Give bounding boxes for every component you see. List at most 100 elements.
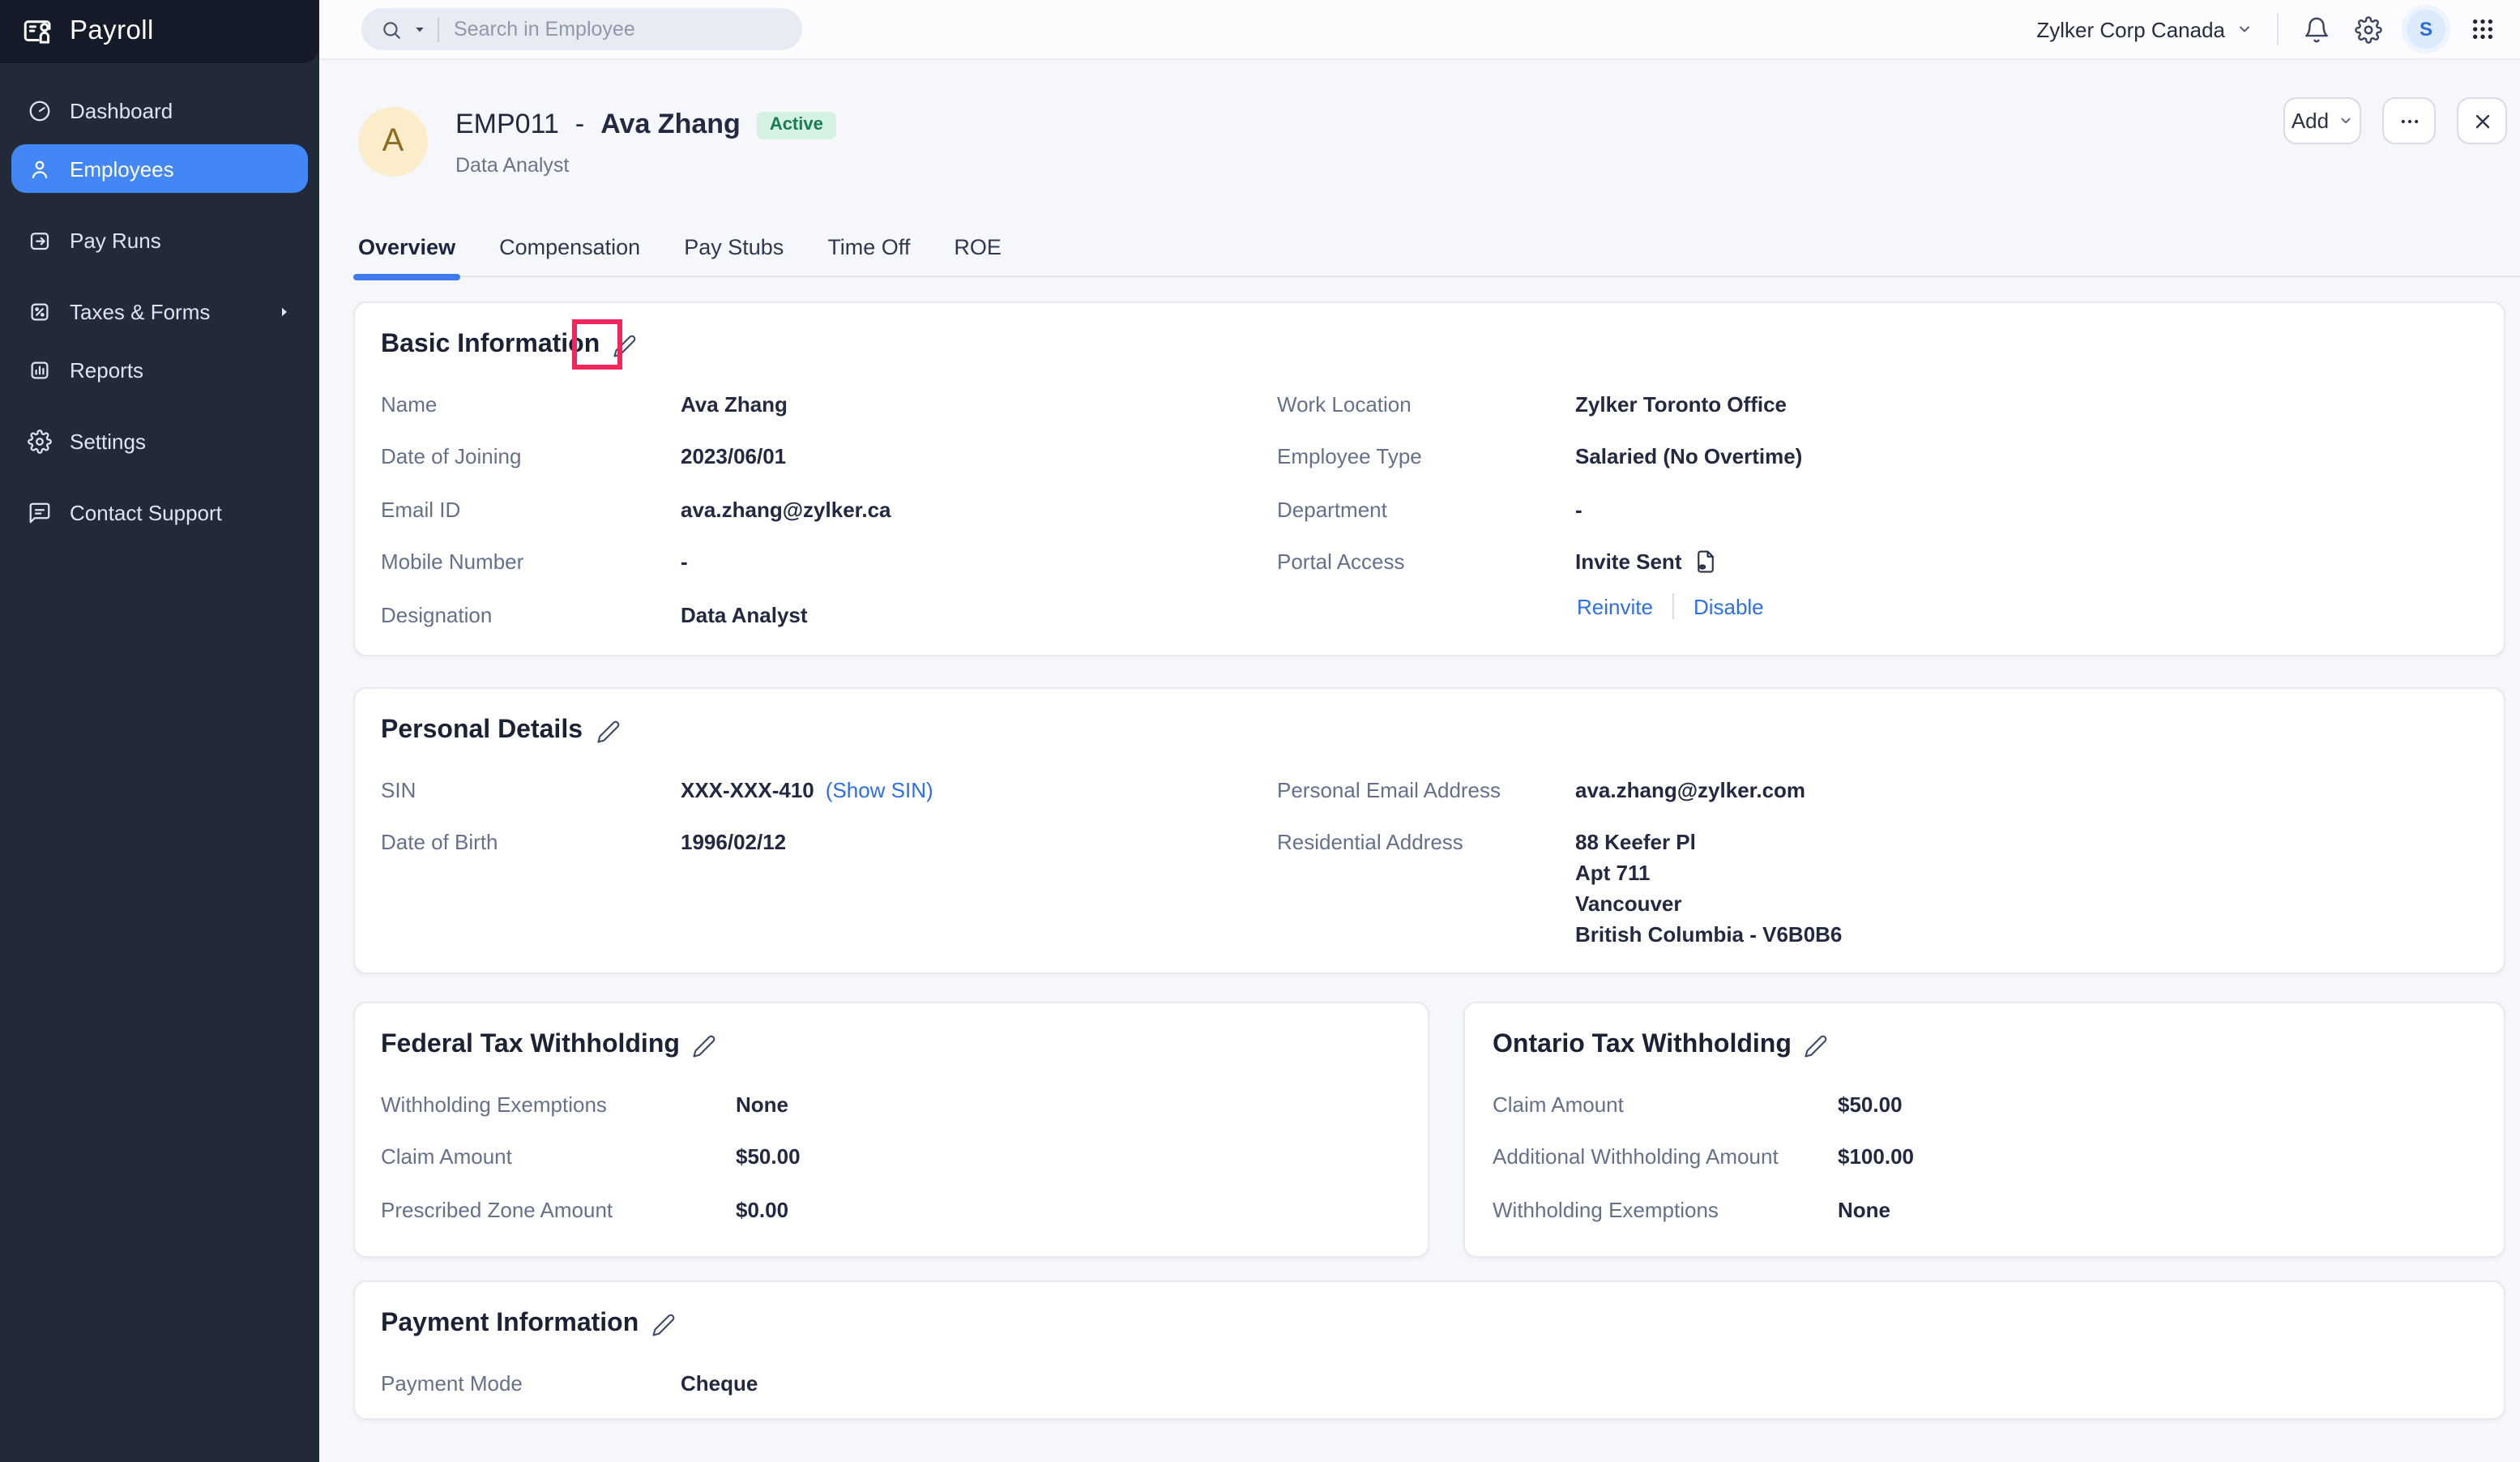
field-row: Withholding ExemptionsNone — [1493, 1183, 2478, 1236]
sidebar-item-label: Contact Support — [70, 500, 222, 524]
content-area: A EMP011 - Ava Zhang Active Data Analyst… — [319, 60, 2520, 1462]
close-button[interactable] — [2457, 97, 2507, 144]
apps-grid-icon[interactable] — [2470, 16, 2496, 42]
app-logo-header: Payroll — [0, 0, 319, 63]
portal-access-actions: Reinvite Disable — [1577, 588, 2478, 624]
reports-icon — [28, 357, 52, 382]
employee-title: EMP011 - Ava Zhang Active — [455, 109, 836, 141]
field-label: Email ID — [381, 494, 681, 525]
field-label: Portal Access — [1277, 547, 1575, 578]
field-value: - — [681, 547, 688, 578]
field-row: Prescribed Zone Amount$0.00 — [381, 1183, 1402, 1236]
search-icon — [381, 19, 402, 40]
basic-information-card: Basic Information NameAva Zhang Date of … — [353, 301, 2505, 656]
status-badge: Active — [757, 111, 836, 139]
tab-compensation[interactable]: Compensation — [499, 218, 640, 276]
portal-access-row: Portal Access Invite Sent — [1277, 536, 2478, 588]
sidebar-item-contact-support[interactable]: Contact Support — [11, 488, 308, 536]
field-label: Prescribed Zone Amount — [381, 1195, 736, 1225]
sidebar-item-reports[interactable]: Reports — [11, 345, 308, 394]
sin-row: SIN XXX-XXX-410 (Show SIN) — [381, 763, 1264, 816]
section-title-text: Ontario Tax Withholding — [1493, 1031, 1792, 1060]
payroll-logo-icon — [21, 15, 55, 49]
settings-gear-icon[interactable] — [2355, 15, 2382, 43]
field-value: Zylker Toronto Office — [1575, 389, 1787, 420]
org-name: Zylker Corp Canada — [2036, 17, 2225, 41]
search-scope-caret[interactable] — [413, 23, 426, 36]
field-row: Email IDava.zhang@zylker.ca — [381, 483, 1264, 536]
field-label: Name — [381, 389, 681, 420]
tab-roe[interactable]: ROE — [954, 218, 1002, 276]
link-divider — [1672, 593, 1674, 619]
sidebar-item-label: Dashboard — [70, 98, 173, 122]
sidebar-item-taxes-forms[interactable]: Taxes & Forms — [11, 287, 308, 336]
topbar-divider — [2277, 13, 2279, 45]
field-label: Payment Mode — [381, 1368, 681, 1399]
sidebar-item-label: Settings — [70, 429, 146, 453]
field-row: Additional Withholding Amount$100.00 — [1493, 1131, 2478, 1183]
sidebar: Payroll Dashboard Employees Pay Runs — [0, 0, 319, 1462]
edit-pencil-icon[interactable] — [1805, 1033, 1829, 1058]
chevron-down-icon — [2236, 21, 2253, 37]
sidebar-item-dashboard[interactable]: Dashboard — [11, 86, 308, 135]
employee-id: EMP011 — [455, 109, 559, 141]
section-title-text: Payment Information — [381, 1310, 639, 1339]
field-label: Claim Amount — [1493, 1089, 1838, 1120]
field-label: Date of Birth — [381, 827, 681, 858]
contact-support-icon — [28, 500, 52, 524]
field-value: $50.00 — [736, 1142, 801, 1173]
reinvite-link[interactable]: Reinvite — [1577, 594, 1653, 618]
sidebar-item-settings[interactable]: Settings — [11, 417, 308, 465]
disable-link[interactable]: Disable — [1694, 594, 1764, 618]
sidebar-item-label: Reports — [70, 357, 143, 382]
field-value: 2023/06/01 — [681, 442, 786, 472]
address-row: Residential Address 88 Keefer Pl Apt 711… — [1277, 816, 2478, 951]
field-value: ava.zhang@zylker.com — [1575, 775, 1805, 806]
field-label: Employee Type — [1277, 442, 1575, 472]
tab-time-off[interactable]: Time Off — [827, 218, 910, 276]
field-row: DesignationData Analyst — [381, 588, 1264, 641]
add-button-label: Add — [2291, 109, 2329, 133]
edit-pencil-icon[interactable] — [651, 1312, 676, 1336]
dashboard-icon — [28, 98, 52, 122]
field-row: Claim Amount$50.00 — [381, 1131, 1402, 1183]
more-actions-button[interactable] — [2382, 97, 2436, 144]
section-title: Federal Tax Withholding — [381, 1031, 717, 1060]
search-divider — [438, 17, 439, 41]
section-title-text: Basic Information — [381, 331, 600, 360]
field-value: $100.00 — [1838, 1142, 1914, 1173]
field-label: Mobile Number — [381, 547, 681, 578]
app-window: Payroll Dashboard Employees Pay Runs — [0, 0, 2520, 1462]
sidebar-item-label: Employees — [70, 156, 174, 181]
gear-icon — [28, 429, 52, 453]
edit-pencil-icon[interactable] — [693, 1033, 717, 1058]
address-value: 88 Keefer Pl Apt 711 Vancouver British C… — [1575, 827, 1842, 951]
user-avatar[interactable]: S — [2407, 10, 2445, 49]
field-value: - — [1575, 494, 1582, 525]
sidebar-item-employees[interactable]: Employees — [11, 144, 308, 193]
search-input[interactable] — [451, 16, 742, 42]
field-label: Residential Address — [1277, 827, 1575, 858]
invite-preview-icon[interactable] — [1694, 550, 1718, 575]
show-sin-link[interactable]: (Show SIN) — [826, 775, 933, 806]
edit-pencil-icon[interactable] — [596, 719, 620, 743]
field-label: Work Location — [1277, 389, 1575, 420]
personal-details-card: Personal Details SIN XXX-XXX-410 (Show S… — [353, 687, 2505, 974]
add-button[interactable]: Add — [2283, 97, 2361, 144]
sidebar-item-pay-runs[interactable]: Pay Runs — [11, 216, 308, 264]
field-label: Additional Withholding Amount — [1493, 1142, 1838, 1173]
bell-icon[interactable] — [2303, 15, 2330, 43]
tab-overview[interactable]: Overview — [358, 218, 455, 276]
field-value: Data Analyst — [681, 600, 808, 631]
field-row: Department- — [1277, 483, 2478, 536]
org-selector[interactable]: Zylker Corp Canada — [2036, 17, 2253, 41]
tab-pay-stubs[interactable]: Pay Stubs — [684, 218, 784, 276]
topbar: Zylker Corp Canada S — [319, 0, 2520, 60]
field-row: Withholding ExemptionsNone — [381, 1078, 1402, 1131]
sidebar-item-label: Pay Runs — [70, 228, 161, 252]
field-row: Employee TypeSalaried (No Overtime) — [1277, 430, 2478, 483]
field-value: $0.00 — [736, 1195, 788, 1225]
search-bar[interactable] — [361, 8, 802, 50]
tab-bar: Overview Compensation Pay Stubs Time Off… — [358, 219, 2520, 277]
field-row: Date of Birth1996/02/12 — [381, 816, 1264, 869]
